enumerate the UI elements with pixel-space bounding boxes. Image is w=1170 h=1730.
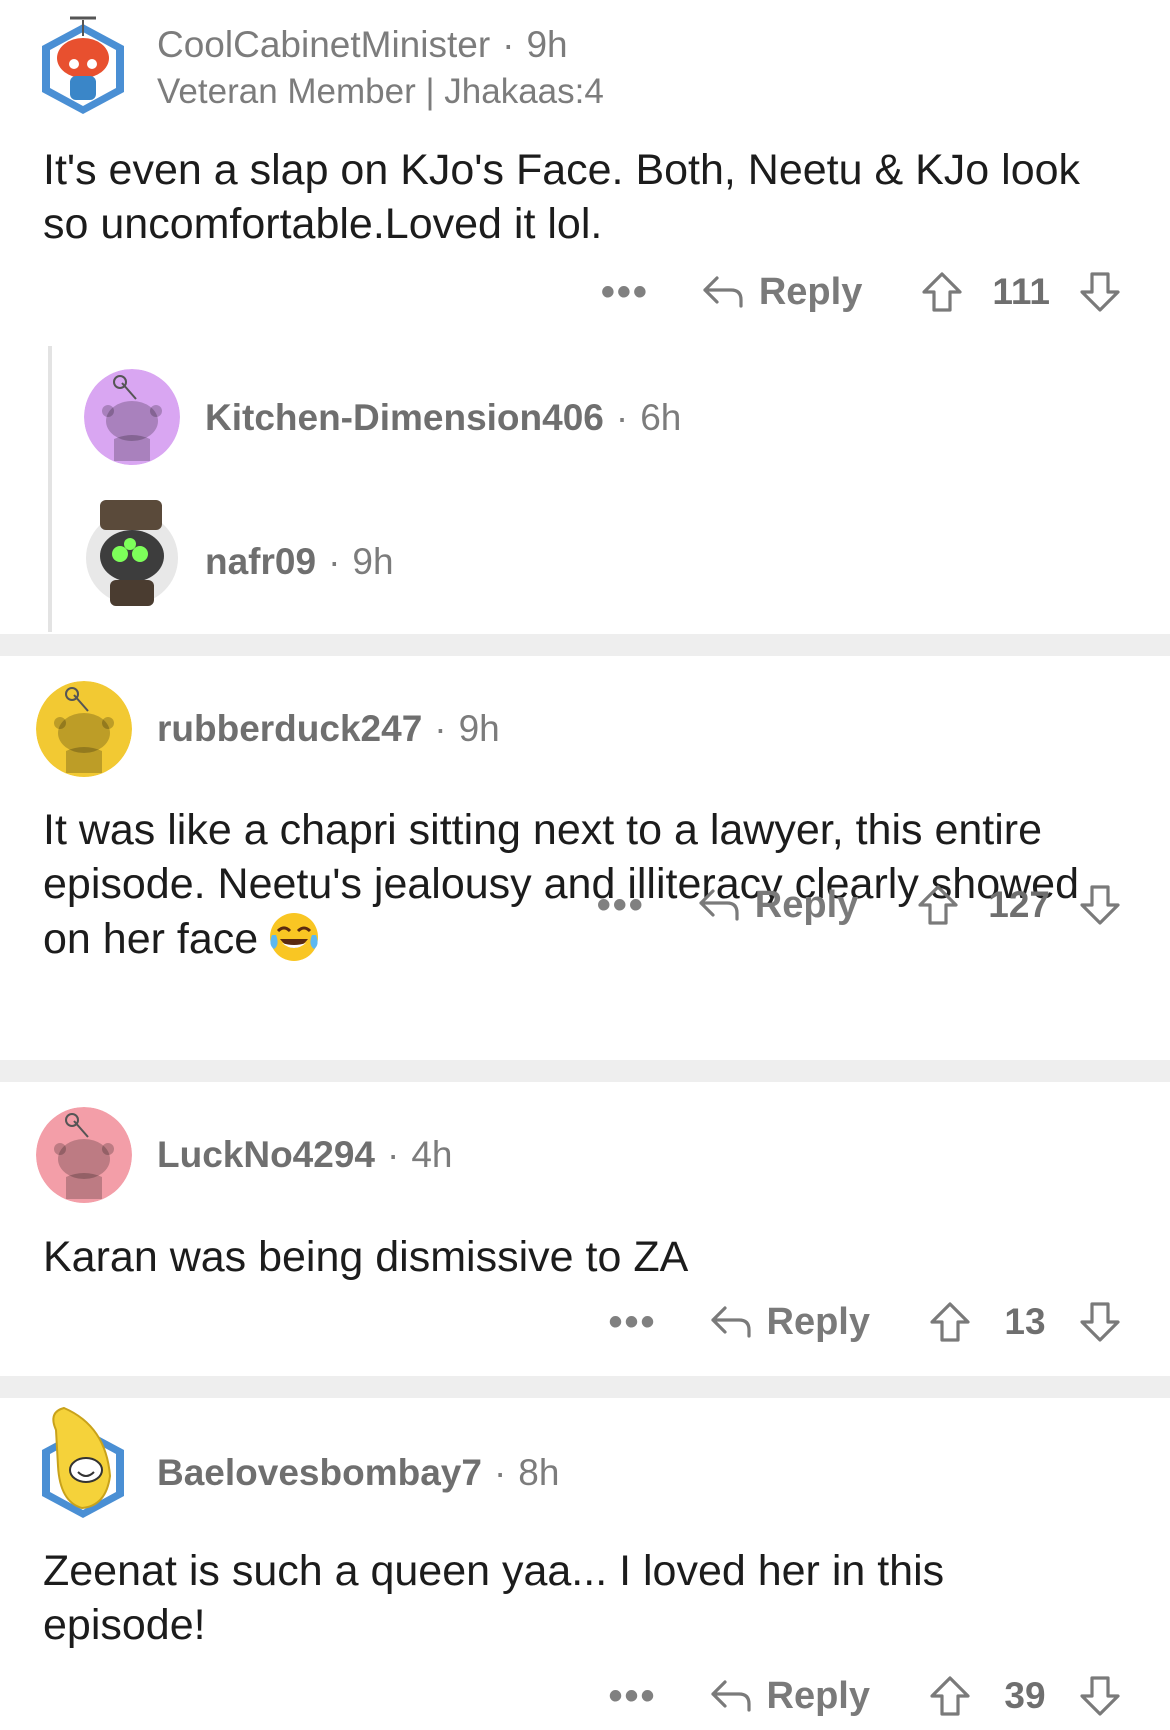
upvote-icon[interactable] — [928, 1674, 972, 1718]
comment-2-actions: ••• Reply 127 — [597, 875, 1122, 935]
comment-4-actions: ••• Reply 39 — [609, 1666, 1123, 1726]
comment-1-username[interactable]: CoolCabinetMinister — [157, 24, 490, 65]
comment-separator — [0, 1376, 1170, 1398]
reply-arrow-icon — [709, 1676, 753, 1716]
upvote-icon[interactable] — [916, 883, 960, 927]
comment-4: Baelovesbombay7 · 8h Zeenat is such a quee… — [0, 1398, 1170, 1730]
downvote-icon[interactable] — [1078, 883, 1122, 927]
tears-of-joy-emoji — [270, 913, 319, 961]
reply-button[interactable]: Reply — [701, 271, 862, 314]
comment-separator — [0, 1060, 1170, 1082]
upvote-icon[interactable] — [928, 1300, 972, 1344]
comment-3-time: 4h — [411, 1134, 453, 1175]
avatar-baelovesbombay7[interactable] — [36, 1406, 130, 1522]
reply-label: Reply — [766, 1300, 870, 1343]
comment-4-body: Zeenat is such a queen yaa... I loved he… — [43, 1547, 945, 1649]
comment-1: CoolCabinetMinister · 9h Veteran Member | … — [0, 0, 1170, 632]
more-options-icon[interactable]: ••• — [609, 1302, 657, 1342]
meta-dot: · — [493, 1452, 507, 1493]
meta-dot: · — [387, 1134, 400, 1175]
meta-dot: · — [615, 397, 629, 438]
comment-1-flair: Veteran Member | Jhakaas:4 — [157, 72, 604, 111]
avatar-rubberduck247[interactable] — [36, 681, 132, 777]
avatar-luckno4294[interactable] — [36, 1107, 132, 1203]
upvote-icon[interactable] — [920, 270, 964, 314]
collapsed-reply-2-time: 9h — [352, 541, 394, 582]
reply-label: Reply — [758, 270, 863, 313]
vote-count: 111 — [992, 271, 1050, 312]
avatar-nafr09[interactable] — [84, 496, 180, 608]
comment-2-meta: rubberduck247 · 9h — [157, 708, 500, 750]
comment-3-meta: LuckNo4294 · 4h — [157, 1134, 452, 1176]
meta-dot: · — [328, 541, 341, 582]
comment-3-username[interactable]: LuckNo4294 — [157, 1134, 375, 1175]
reply-label: Reply — [766, 1674, 870, 1717]
collapsed-reply-1-time: 6h — [640, 397, 682, 438]
comment-1-meta: CoolCabinetMinister · 9h — [157, 24, 568, 66]
reply-button[interactable]: Reply — [709, 1301, 870, 1344]
reply-button[interactable]: Reply — [709, 1675, 870, 1718]
collapsed-reply-2-username[interactable]: nafr09 — [205, 541, 316, 582]
reply-label: Reply — [754, 883, 859, 926]
more-options-icon[interactable]: ••• — [597, 885, 645, 925]
downvote-icon[interactable] — [1078, 270, 1122, 314]
comment-3: LuckNo4294 · 4h Karan was being dismissive… — [0, 1082, 1170, 1376]
downvote-icon[interactable] — [1078, 1674, 1122, 1718]
vote-count: 39 — [1004, 1675, 1046, 1716]
reply-button[interactable]: Reply — [697, 884, 858, 927]
comment-2-time: 9h — [458, 708, 500, 749]
more-options-icon[interactable]: ••• — [601, 272, 649, 312]
comment-4-username[interactable]: Baelovesbombay7 — [157, 1452, 482, 1493]
comment-1-actions: ••• Reply 111 — [601, 262, 1122, 322]
comment-2: rubberduck247 · 9h It was like a chapri si… — [0, 656, 1170, 1060]
collapsed-reply-2-meta: nafr09 · 9h — [205, 541, 394, 583]
comment-4-meta: Baelovesbombay7 · 8h — [157, 1452, 559, 1494]
reply-arrow-icon — [701, 272, 745, 312]
comment-1-time: 9h — [526, 24, 568, 65]
vote-count: 13 — [1004, 1301, 1046, 1342]
avatar-coolcabinetminister[interactable] — [36, 6, 130, 116]
collapsed-reply-1-meta: Kitchen-Dimension406 · 6h — [205, 397, 681, 439]
comment-3-body: Karan was being dismissive to ZA — [43, 1233, 689, 1281]
comment-3-actions: ••• Reply 13 — [609, 1292, 1123, 1352]
comment-4-time: 8h — [518, 1452, 560, 1493]
comment-1-body: It's even a slap on KJo's Face. Both, Ne… — [43, 146, 1081, 248]
reply-arrow-icon — [697, 885, 741, 925]
comment-2-username[interactable]: rubberduck247 — [157, 708, 422, 749]
meta-dot: · — [434, 708, 447, 749]
collapsed-reply-1-username[interactable]: Kitchen-Dimension406 — [205, 397, 604, 438]
vote-count: 127 — [988, 884, 1050, 925]
comment-separator — [0, 634, 1170, 656]
meta-dot: · — [502, 24, 515, 65]
thread-line[interactable] — [48, 346, 52, 632]
more-options-icon[interactable]: ••• — [609, 1676, 657, 1716]
reply-arrow-icon — [709, 1302, 753, 1342]
downvote-icon[interactable] — [1078, 1300, 1122, 1344]
avatar-kitchen-dimension406[interactable] — [84, 369, 180, 465]
